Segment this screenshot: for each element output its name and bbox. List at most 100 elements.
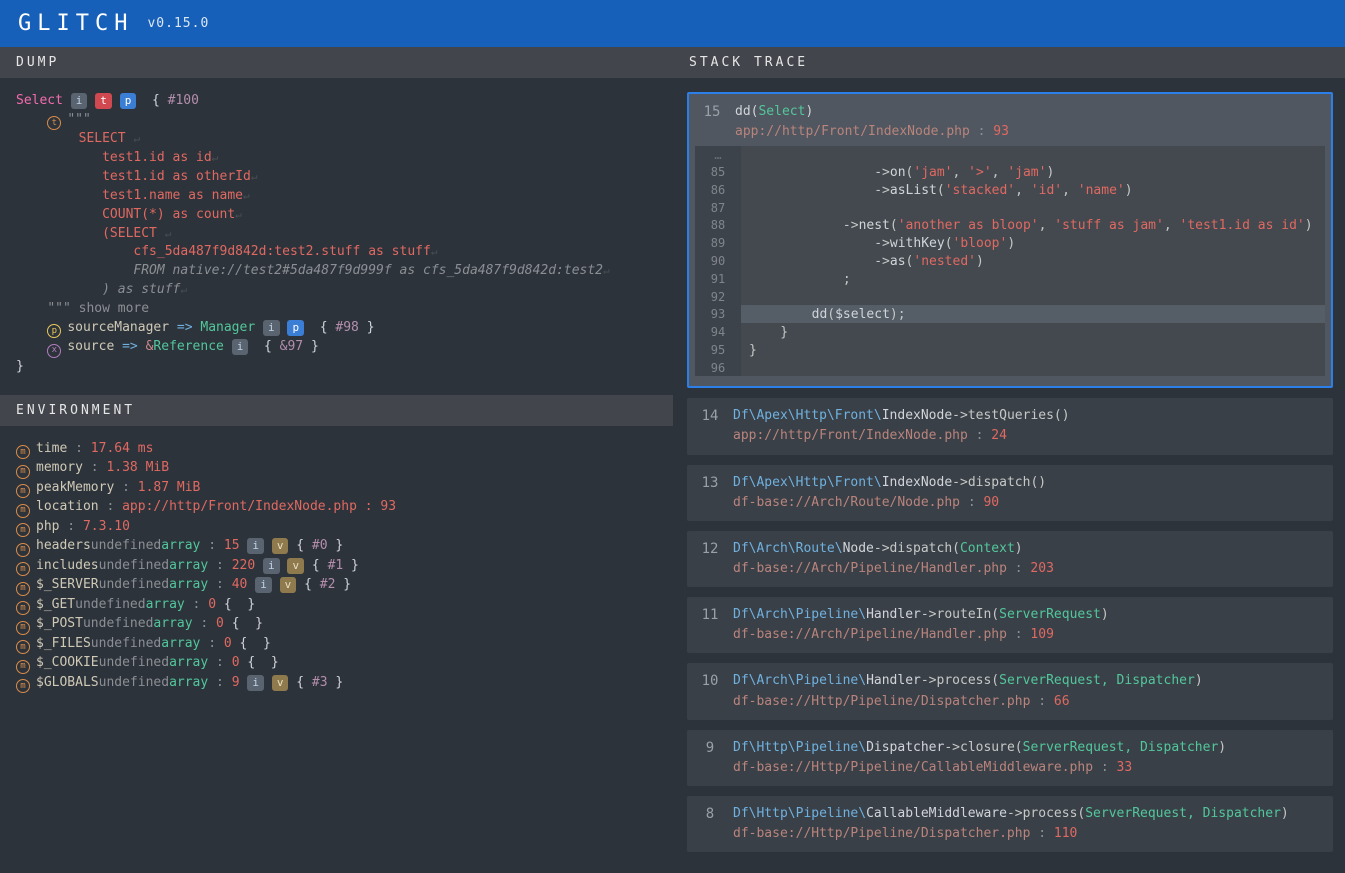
info-badge[interactable]: i xyxy=(255,577,272,593)
prop-key: sourceManager xyxy=(67,320,169,335)
code-line: 88 ->nest('another as bloop', 'stuff as … xyxy=(695,216,1325,234)
env-count: 0 xyxy=(232,655,240,670)
env-value: 7.3.10 xyxy=(83,519,130,534)
code-line: 86 ->asList('stacked', 'id', 'name') xyxy=(695,181,1325,199)
info-badge[interactable]: i xyxy=(263,320,280,336)
info-badge[interactable]: i xyxy=(263,558,280,574)
env-key: $_POST xyxy=(36,616,83,631)
frame-signature: Df\Apex\Http\Front\IndexNode->testQuerie… xyxy=(733,406,1323,426)
env-count: 0 xyxy=(208,597,216,612)
line-number: 91 xyxy=(695,270,741,288)
env-value: 17.64 ms xyxy=(91,441,154,456)
env-key: headers xyxy=(36,538,91,553)
meta-icon: m xyxy=(16,504,30,518)
line-number: 93 xyxy=(695,305,741,323)
newline-icon: ↵ xyxy=(431,245,438,258)
frame-number: 11 xyxy=(687,605,733,623)
line-number: 89 xyxy=(695,234,741,252)
env-hash: #2 xyxy=(320,577,336,592)
meta-icon: m xyxy=(16,621,30,635)
hash-id: #100 xyxy=(168,93,199,108)
meta-icon: m xyxy=(16,660,30,674)
frame-signature: Df\Http\Pipeline\Dispatcher->closure(Ser… xyxy=(733,738,1323,758)
prop-icon: p xyxy=(47,324,61,338)
stack-frame[interactable]: 9Df\Http\Pipeline\Dispatcher->closure(Se… xyxy=(687,730,1333,786)
frame-location: df-base://Arch/Pipeline/Handler.php : 20… xyxy=(733,559,1323,579)
values-badge[interactable]: v xyxy=(287,558,304,574)
code-line: 93 dd($select); xyxy=(695,305,1325,323)
env-sep: undefined xyxy=(75,597,145,612)
env-key: $GLOBALS xyxy=(36,675,99,690)
env-row: mphp : 7.3.10 xyxy=(16,518,657,538)
show-more-link[interactable]: show more xyxy=(71,301,149,316)
meta-icon: m xyxy=(16,445,30,459)
frame-signature: Df\Arch\Pipeline\Handler->process(Server… xyxy=(733,671,1323,691)
brace: { xyxy=(144,93,167,108)
env-sep: : xyxy=(114,480,137,495)
info-badge[interactable]: i xyxy=(232,339,249,355)
prop-key: source xyxy=(67,339,114,354)
type-badge[interactable]: t xyxy=(95,93,112,109)
line-number: 88 xyxy=(695,216,741,234)
env-key: time xyxy=(36,441,67,456)
amp-id: &97 xyxy=(280,339,303,354)
env-type: array xyxy=(146,597,185,612)
frame-location: df-base://Arch/Route/Node.php : 90 xyxy=(733,493,1323,513)
env-sep: undefined xyxy=(91,636,161,651)
stack-frame[interactable]: 10Df\Arch\Pipeline\Handler->process(Serv… xyxy=(687,663,1333,719)
stack-frame-active[interactable]: 15dd(Select)app://http/Front/IndexNode.p… xyxy=(687,92,1333,388)
env-type: array xyxy=(169,558,208,573)
env-row: m$_SERVERundefinedarray : 40 i v { #2 } xyxy=(16,576,657,596)
stack-frame[interactable]: 12Df\Arch\Route\Node->dispatch(Context)d… xyxy=(687,531,1333,587)
line-number: 87 xyxy=(695,199,741,216)
env-sep: undefined xyxy=(99,675,169,690)
info-badge[interactable]: i xyxy=(247,675,264,691)
env-row: mlocation : app://http/Front/IndexNode.p… xyxy=(16,498,657,518)
hash-id: #98 xyxy=(335,320,358,335)
newline-icon: ↵ xyxy=(165,227,172,240)
env-row: m$_COOKIEundefinedarray : 0 { } xyxy=(16,654,657,674)
arrow: => xyxy=(169,320,200,335)
code-line: … xyxy=(695,146,1325,163)
values-badge[interactable]: v xyxy=(272,538,289,554)
brace: { xyxy=(312,320,335,335)
info-badge[interactable]: i xyxy=(71,93,88,109)
stack-frame[interactable]: 13Df\Apex\Http\Front\IndexNode->dispatch… xyxy=(687,465,1333,521)
type-reference[interactable]: Reference xyxy=(153,339,223,354)
stack-frame[interactable]: 11Df\Arch\Pipeline\Handler->routeIn(Serv… xyxy=(687,597,1333,653)
ref-icon: x xyxy=(47,344,61,358)
env-row: mtime : 17.64 ms xyxy=(16,440,657,460)
props-badge[interactable]: p xyxy=(287,320,304,336)
env-row: mmemory : 1.38 MiB xyxy=(16,459,657,479)
env-row: mincludesundefinedarray : 220 i v { #1 } xyxy=(16,557,657,577)
frame-signature: Df\Http\Pipeline\CallableMiddleware->pro… xyxy=(733,804,1323,824)
line-number: 90 xyxy=(695,252,741,270)
env-type: array xyxy=(161,636,200,651)
stack-frame[interactable]: 14Df\Apex\Http\Front\IndexNode->testQuer… xyxy=(687,398,1333,454)
code-line: 85 ->on('jam', '>', 'jam') xyxy=(695,163,1325,181)
newline-icon: ↵ xyxy=(603,264,610,277)
stack-frame[interactable]: 8Df\Http\Pipeline\CallableMiddleware->pr… xyxy=(687,796,1333,852)
newline-icon: ↵ xyxy=(133,132,140,145)
code-line: 92 xyxy=(695,288,1325,305)
env-key: php xyxy=(36,519,59,534)
meta-icon: m xyxy=(16,601,30,615)
frame-location: app://http/Front/IndexNode.php : 93 xyxy=(735,122,1321,142)
app-header: GLITCH v0.15.0 xyxy=(0,0,1345,47)
env-row: m$_GETundefinedarray : 0 { } xyxy=(16,596,657,616)
type-manager[interactable]: Manager xyxy=(200,320,255,335)
env-value: 1.38 MiB xyxy=(106,460,169,475)
env-type: array xyxy=(161,538,200,553)
frame-number: 10 xyxy=(687,671,733,689)
stack-panel-body: 15dd(Select)app://http/Front/IndexNode.p… xyxy=(673,78,1345,862)
code-line: 94 } xyxy=(695,323,1325,341)
info-badge[interactable]: i xyxy=(247,538,264,554)
env-sep: undefined xyxy=(83,616,153,631)
env-sep: : xyxy=(59,519,82,534)
dump-select-kw[interactable]: Select xyxy=(16,93,63,108)
values-badge[interactable]: v xyxy=(280,577,297,593)
code-block: …85 ->on('jam', '>', 'jam')86 ->asList('… xyxy=(695,146,1325,376)
values-badge[interactable]: v xyxy=(272,675,289,691)
props-badge[interactable]: p xyxy=(120,93,137,109)
code-line: 95} xyxy=(695,341,1325,359)
